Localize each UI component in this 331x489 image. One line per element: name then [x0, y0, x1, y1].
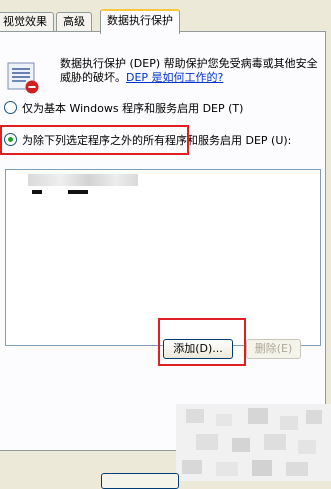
blurred-mark — [32, 190, 42, 194]
shield-check-icon — [7, 62, 39, 94]
option-basic-only-label: 仅为基本 Windows 程序和服务启用 DEP (T) — [22, 102, 244, 115]
highlight-box-option — [0, 125, 189, 155]
option-basic-only[interactable]: 仅为基本 Windows 程序和服务启用 DEP (T) — [4, 101, 243, 117]
watermark-mosaic — [176, 404, 331, 481]
tab-advanced[interactable]: 高级 — [56, 12, 92, 31]
ok-button[interactable] — [101, 473, 179, 489]
list-item[interactable] — [28, 174, 138, 186]
remove-button: 删除(E) — [246, 339, 301, 359]
highlight-box-add — [158, 318, 246, 366]
dep-panel: 数据执行保护 (DEP) 帮助保护您免受病毒或其他安全威胁的破坏。DEP 是如何… — [0, 31, 331, 489]
tab-visual-effects[interactable]: 视觉效果 — [0, 12, 54, 31]
tab-bar: 视觉效果 高级 数据执行保护 — [0, 0, 331, 34]
tab-dep[interactable]: 数据执行保护 — [100, 9, 180, 34]
radio-basic-only[interactable] — [4, 101, 17, 114]
dep-help-link[interactable]: DEP 是如何工作的? — [126, 71, 223, 84]
dep-description: 数据执行保护 (DEP) 帮助保护您免受病毒或其他安全威胁的破坏。DEP 是如何… — [60, 57, 322, 85]
blurred-mark — [68, 190, 88, 194]
